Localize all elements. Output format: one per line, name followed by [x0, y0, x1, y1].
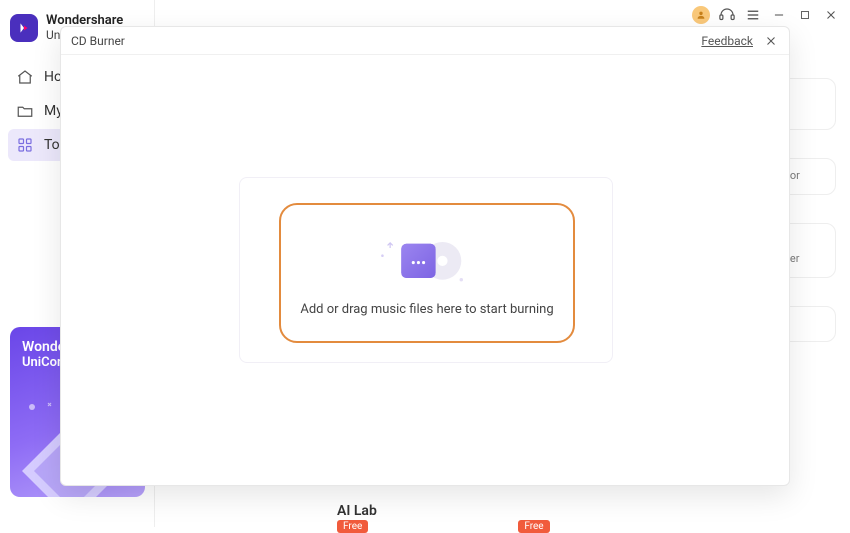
modal-header: CD Burner Feedback	[61, 27, 789, 55]
menu-icon[interactable]	[744, 6, 762, 24]
modal-title: CD Burner	[71, 34, 125, 48]
modal-close-button[interactable]	[763, 33, 779, 49]
support-icon[interactable]	[718, 6, 736, 24]
section-label: AI Lab	[337, 503, 377, 519]
grid-icon	[16, 136, 34, 154]
cd-burner-modal: CD Burner Feedback	[60, 26, 790, 486]
maximize-button[interactable]	[796, 6, 814, 24]
drop-illustration	[372, 230, 482, 290]
feedback-link[interactable]: Feedback	[701, 34, 753, 48]
user-avatar[interactable]	[692, 6, 710, 24]
minimize-button[interactable]	[770, 6, 788, 24]
close-button[interactable]	[822, 6, 840, 24]
folder-icon	[16, 102, 34, 120]
drop-area[interactable]: Add or drag music files here to start bu…	[279, 203, 575, 343]
logo-icon	[10, 14, 38, 42]
home-icon	[16, 68, 34, 86]
drop-text: Add or drag music files here to start bu…	[300, 302, 553, 317]
